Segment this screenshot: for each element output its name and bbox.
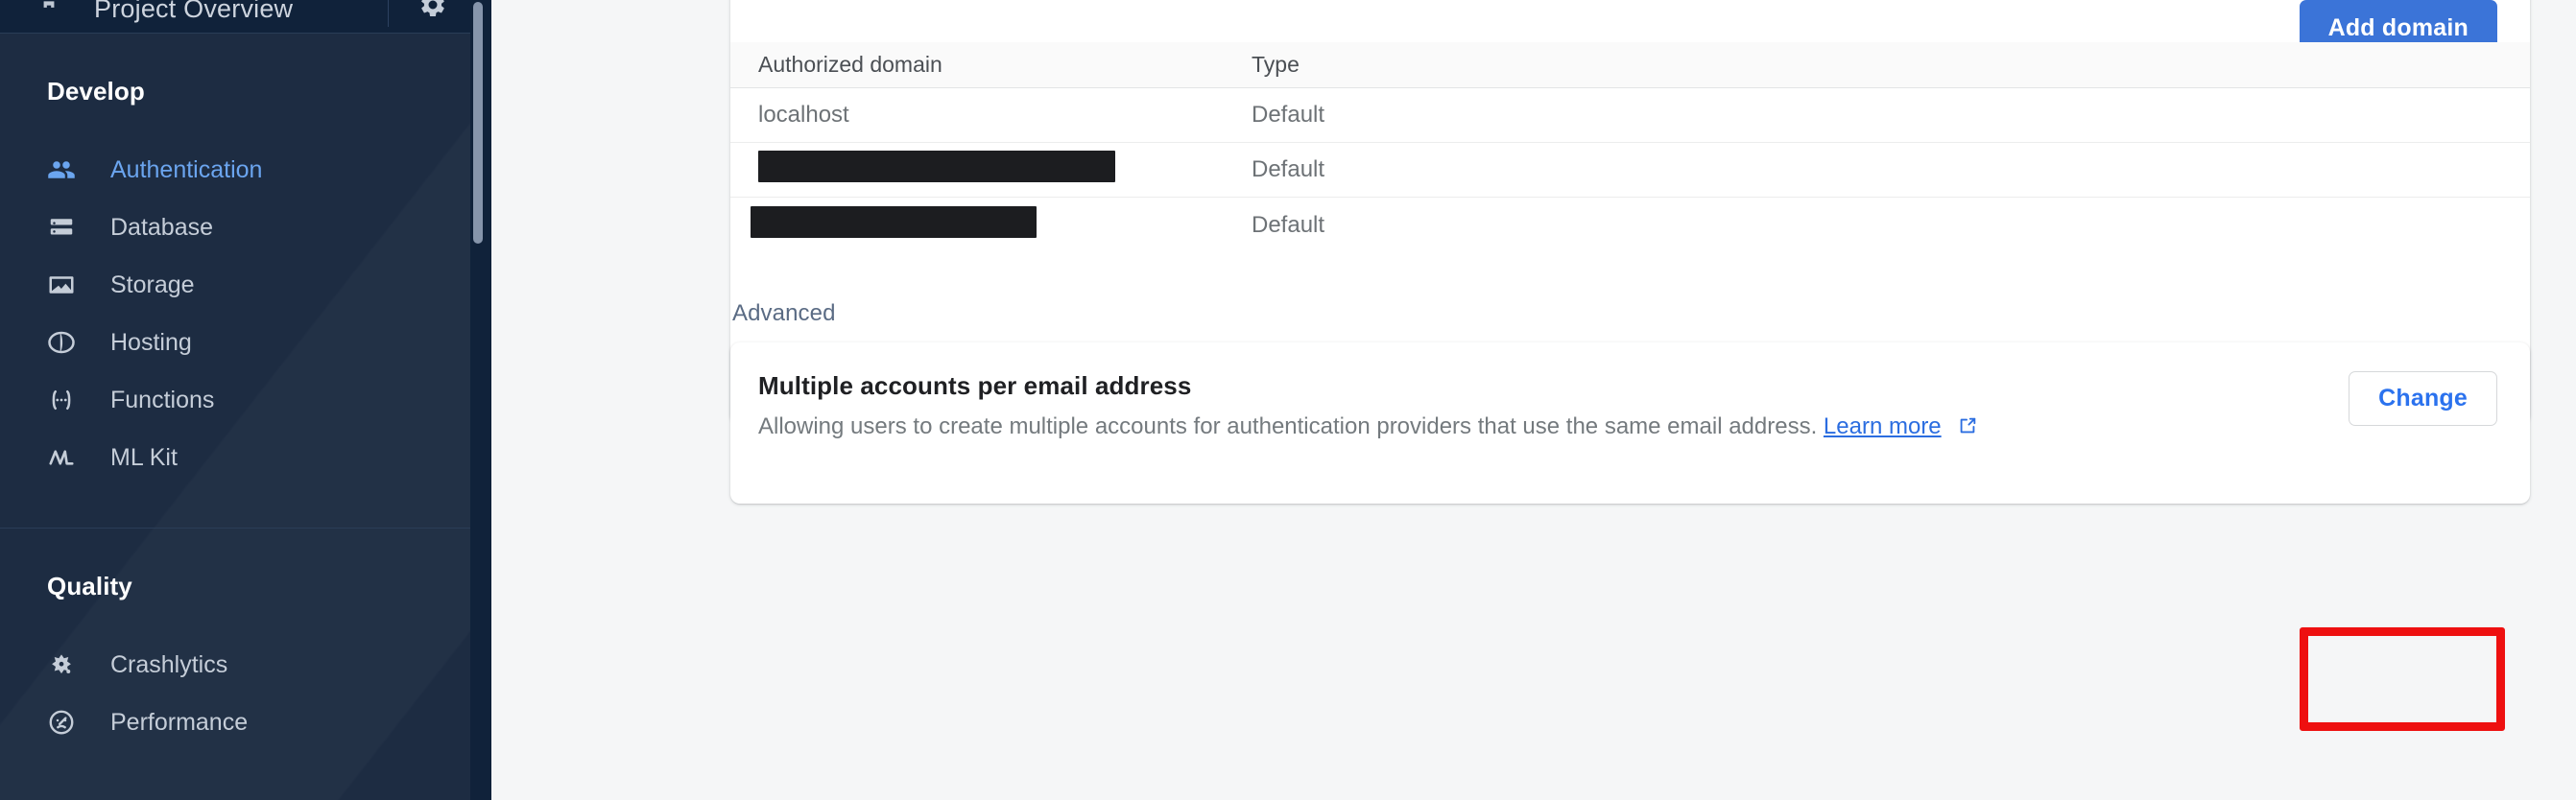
sidebar-item-label: Authentication xyxy=(110,155,263,183)
sidebar-item-label: Database xyxy=(110,213,214,241)
sidebar: Project Overview Develop Authentication … xyxy=(0,0,491,800)
change-button[interactable]: Change xyxy=(2349,371,2497,426)
sidebar-item-label: Functions xyxy=(110,386,215,413)
sidebar-section-develop: Develop Authentication Database Storage … xyxy=(0,34,491,528)
home-icon xyxy=(35,0,63,24)
sidebar-item-label: Crashlytics xyxy=(110,650,228,678)
sidebar-item-label: ML Kit xyxy=(110,443,178,471)
sidebar-section-title-develop: Develop xyxy=(47,77,145,106)
project-overview-label[interactable]: Project Overview xyxy=(94,0,293,24)
authorized-domains-table: Authorized domain Type localhost Default… xyxy=(730,42,2530,252)
sidebar-item-crashlytics[interactable]: Crashlytics xyxy=(0,636,491,694)
column-header-authorized-domain: Authorized domain xyxy=(758,52,942,77)
learn-more-link[interactable]: Learn more xyxy=(1824,413,1942,439)
cell-type: Default xyxy=(1252,156,1325,182)
sidebar-item-performance[interactable]: Performance xyxy=(0,694,491,751)
sidebar-item-label: Performance xyxy=(110,708,249,736)
table-header-row: Authorized domain Type xyxy=(730,42,2530,88)
redacted-domain-bar xyxy=(751,205,1037,238)
sidebar-header: Project Overview xyxy=(0,0,491,33)
description-text: Allowing users to create multiple accoun… xyxy=(758,413,1818,439)
change-button-wrapper: Change xyxy=(2349,371,2497,426)
sidebar-item-label: Storage xyxy=(110,271,195,298)
redacted-domain-bar xyxy=(758,151,1115,182)
multiple-accounts-body: Multiple accounts per email address Allo… xyxy=(758,371,2530,443)
cell-authorized-domain: localhost xyxy=(758,102,849,128)
people-icon xyxy=(45,153,78,186)
sidebar-section-quality: Quality Crashlytics Performance xyxy=(0,529,491,792)
cell-authorized-domain xyxy=(758,151,1252,189)
cell-type: Default xyxy=(1252,211,1325,238)
gear-icon[interactable] xyxy=(411,0,455,27)
external-link-icon[interactable] xyxy=(1957,415,1978,443)
header-divider xyxy=(388,0,389,27)
sidebar-section-title-quality: Quality xyxy=(47,572,132,600)
advanced-section-label: Advanced xyxy=(732,300,836,326)
table-row[interactable]: Default xyxy=(730,198,2530,252)
ml-kit-icon xyxy=(45,441,78,474)
sidebar-item-storage[interactable]: Storage xyxy=(0,256,491,314)
multiple-accounts-description: Allowing users to create multiple accoun… xyxy=(758,413,2530,443)
sidebar-scrollbar-thumb[interactable] xyxy=(473,2,483,244)
globe-icon xyxy=(45,326,78,359)
sidebar-item-hosting[interactable]: Hosting xyxy=(0,314,491,371)
app-root: Project Overview Develop Authentication … xyxy=(0,0,2576,800)
main-content: Add domain Authorized domain Type localh… xyxy=(491,0,2576,800)
crashlytics-icon xyxy=(45,648,78,681)
sidebar-item-label: Hosting xyxy=(110,328,192,356)
sidebar-item-authentication[interactable]: Authentication xyxy=(0,141,491,199)
image-icon xyxy=(45,269,78,301)
column-header-type: Type xyxy=(1252,52,1300,77)
functions-icon xyxy=(45,384,78,416)
multiple-accounts-title: Multiple accounts per email address xyxy=(758,371,1192,400)
table-row[interactable]: localhost Default xyxy=(730,88,2530,143)
performance-icon xyxy=(45,706,78,739)
cell-authorized-domain xyxy=(751,205,1252,245)
database-icon xyxy=(45,211,78,244)
sidebar-item-functions[interactable]: Functions xyxy=(0,371,491,429)
sidebar-item-ml-kit[interactable]: ML Kit xyxy=(0,429,491,486)
sidebar-item-database[interactable]: Database xyxy=(0,199,491,256)
table-row[interactable]: Default xyxy=(730,143,2530,198)
multiple-accounts-card: Multiple accounts per email address Allo… xyxy=(730,342,2530,504)
cell-type: Default xyxy=(1252,102,1325,128)
